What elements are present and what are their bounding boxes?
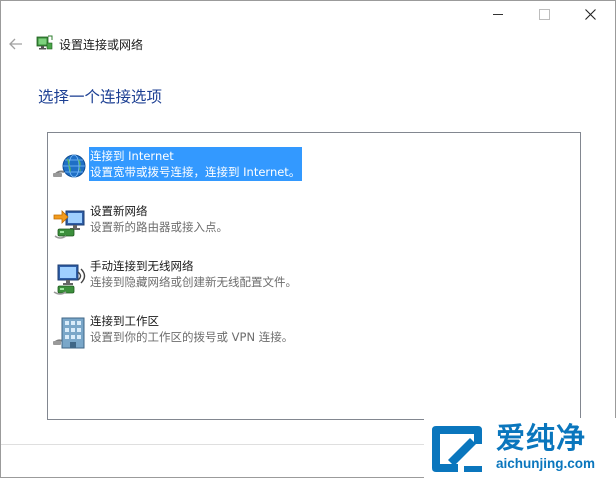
minimize-icon bbox=[493, 13, 503, 15]
watermark: 爱纯净 aichunjing.com bbox=[424, 418, 616, 478]
maximize-icon bbox=[538, 8, 550, 20]
connection-options-list: 连接到 Internet 设置宽带或拨号连接，连接到 Internet。 设置新… bbox=[47, 132, 581, 420]
option-description: 设置新的路由器或接入点。 bbox=[90, 220, 228, 234]
maximize-button bbox=[521, 1, 567, 27]
option-manual-wireless[interactable]: 手动连接到无线网络 连接到隐藏网络或创建新无线配置文件。 bbox=[52, 258, 352, 300]
option-connect-internet[interactable]: 连接到 Internet 设置宽带或拨号连接，连接到 Internet。 bbox=[52, 147, 352, 190]
option-setup-new-network[interactable]: 设置新网络 设置新的路由器或接入点。 bbox=[52, 203, 352, 245]
setup-connection-window: 设置连接或网络 选择一个连接选项 连接到 Internet 设置宽带或拨号连接，… bbox=[0, 0, 616, 478]
option-title: 连接到工作区 bbox=[90, 314, 159, 328]
close-button[interactable] bbox=[567, 1, 613, 27]
option-description: 设置到你的工作区的拨号或 VPN 连接。 bbox=[90, 330, 294, 344]
back-button[interactable] bbox=[7, 35, 25, 53]
workplace-icon bbox=[53, 317, 85, 349]
option-connect-workplace[interactable]: 连接到工作区 设置到你的工作区的拨号或 VPN 连接。 bbox=[52, 313, 352, 355]
option-title: 手动连接到无线网络 bbox=[90, 259, 194, 273]
option-title: 设置新网络 bbox=[90, 204, 148, 218]
wireless-network-icon bbox=[53, 264, 86, 295]
globe-network-icon bbox=[53, 154, 86, 178]
window-title: 设置连接或网络 bbox=[59, 38, 144, 52]
new-network-icon bbox=[53, 210, 85, 239]
watermark-logo-icon bbox=[432, 426, 482, 472]
option-description: 设置宽带或拨号连接，连接到 Internet。 bbox=[90, 165, 301, 179]
option-title: 连接到 Internet bbox=[90, 149, 174, 163]
watermark-url: aichunjing.com bbox=[496, 456, 596, 471]
minimize-button[interactable] bbox=[475, 1, 521, 27]
back-arrow-icon bbox=[9, 38, 22, 50]
page-heading: 选择一个连接选项 bbox=[38, 88, 163, 106]
watermark-brand: 爱纯净 bbox=[496, 421, 587, 455]
close-icon bbox=[584, 8, 596, 20]
option-description: 连接到隐藏网络或创建新无线配置文件。 bbox=[90, 275, 297, 289]
network-setup-icon bbox=[36, 35, 53, 50]
